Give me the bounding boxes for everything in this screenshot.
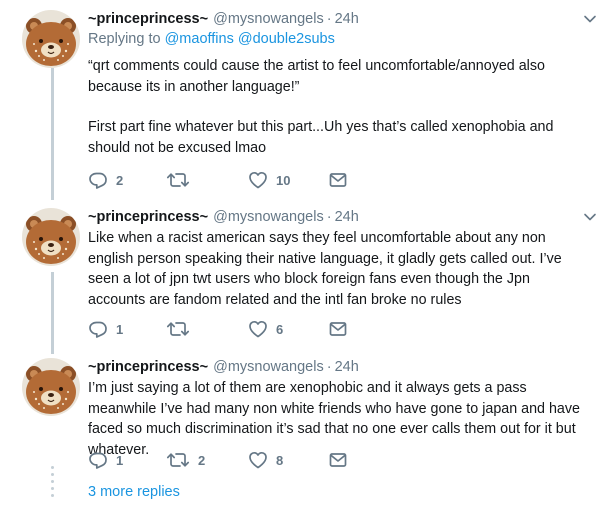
tweet-text: I’m just saying a lot of them are xenoph…: [88, 378, 588, 460]
like-button[interactable]: 10: [248, 170, 290, 190]
reply-button[interactable]: 1: [88, 450, 123, 470]
retweet-arrows-icon: [166, 170, 190, 190]
tweet[interactable]: ~princeprincess~ @mysnowangels · 24h I’m…: [0, 350, 613, 475]
like-count: 8: [276, 452, 284, 468]
separator: ·: [326, 209, 332, 225]
direct-message-button[interactable]: [328, 319, 348, 339]
speech-bubble-icon: [88, 450, 108, 470]
tweet[interactable]: ~princeprincess~ @mysnowangels · 24h Lik…: [0, 200, 613, 350]
timestamp[interactable]: 24h: [335, 10, 359, 28]
reply-count: 1: [116, 321, 124, 337]
display-name[interactable]: ~princeprincess~: [88, 208, 208, 226]
tweet-paragraph: First part fine whatever but this part..…: [88, 119, 554, 156]
mention-link[interactable]: @maoffins: [165, 31, 234, 47]
separator: ·: [326, 359, 332, 375]
display-name[interactable]: ~princeprincess~: [88, 10, 208, 28]
replying-to-label: Replying to: [88, 31, 161, 47]
like-count: 6: [276, 321, 284, 337]
mention-link[interactable]: @double2subs: [238, 31, 335, 47]
tweet[interactable]: ~princeprincess~ @mysnowangels · 24h Rep…: [0, 0, 613, 200]
envelope-icon: [328, 319, 348, 339]
speech-bubble-icon: [88, 170, 108, 190]
tweet-text: “qrt comments could cause the artist to …: [88, 56, 588, 158]
tweet-paragraph: I’m just saying a lot of them are xenoph…: [88, 380, 580, 458]
tweet-text: Like when a racist american says they fe…: [88, 228, 588, 310]
reply-count: 2: [116, 172, 124, 188]
replying-to: Replying to @maoffins @double2subs: [88, 29, 598, 49]
heart-outline-icon: [248, 450, 268, 470]
direct-message-button[interactable]: [328, 170, 348, 190]
user-handle[interactable]: @mysnowangels: [213, 208, 324, 226]
separator: ·: [326, 11, 332, 27]
chevron-down-icon[interactable]: [582, 12, 598, 26]
avatar[interactable]: [22, 208, 80, 266]
retweet-count: 2: [198, 452, 206, 468]
like-button[interactable]: 8: [248, 450, 283, 470]
more-replies-link[interactable]: 3 more replies: [88, 484, 180, 500]
tweet-paragraph: “qrt comments could cause the artist to …: [88, 58, 545, 95]
timestamp[interactable]: 24h: [335, 208, 359, 226]
like-count: 10: [276, 172, 291, 188]
tweet-header: ~princeprincess~ @mysnowangels · 24h: [88, 358, 598, 376]
tweet-paragraph: Like when a racist american says they fe…: [88, 230, 562, 308]
speech-bubble-icon: [88, 319, 108, 339]
timestamp[interactable]: 24h: [335, 358, 359, 376]
envelope-icon: [328, 170, 348, 190]
like-button[interactable]: 6: [248, 319, 283, 339]
reply-button[interactable]: 2: [88, 170, 123, 190]
avatar[interactable]: [22, 10, 80, 68]
reply-button[interactable]: 1: [88, 319, 123, 339]
envelope-icon: [328, 450, 348, 470]
retweet-button[interactable]: 2: [166, 450, 205, 470]
heart-outline-icon: [248, 170, 268, 190]
tweet-header: ~princeprincess~ @mysnowangels · 24h: [88, 10, 598, 28]
retweet-button[interactable]: [166, 170, 198, 190]
user-handle[interactable]: @mysnowangels: [213, 10, 324, 28]
avatar[interactable]: [22, 358, 80, 416]
retweet-arrows-icon: [166, 450, 190, 470]
chevron-down-icon[interactable]: [582, 210, 598, 224]
tweet-header: ~princeprincess~ @mysnowangels · 24h: [88, 208, 598, 226]
display-name[interactable]: ~princeprincess~: [88, 358, 208, 376]
user-handle[interactable]: @mysnowangels: [213, 358, 324, 376]
retweet-arrows-icon: [166, 319, 190, 339]
retweet-button[interactable]: [166, 319, 198, 339]
heart-outline-icon: [248, 319, 268, 339]
reply-count: 1: [116, 452, 124, 468]
direct-message-button[interactable]: [328, 450, 348, 470]
